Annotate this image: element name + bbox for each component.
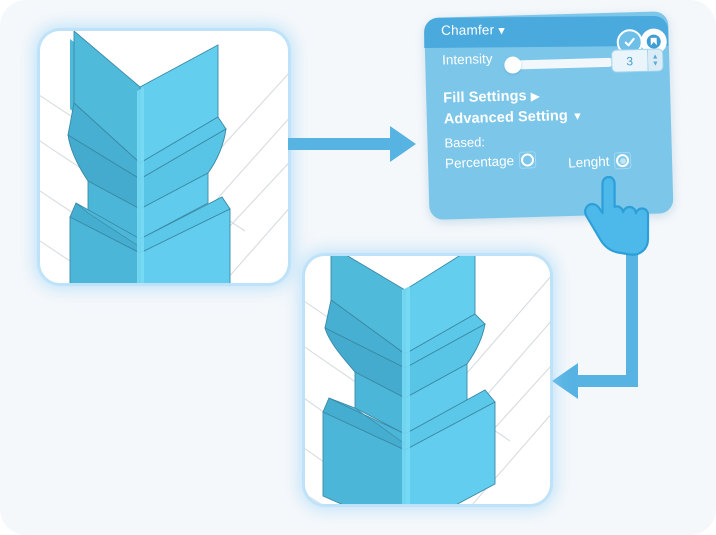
fill-settings-row[interactable]: Fill Settings ▶ [443,88,540,107]
based-label: Based: [444,134,486,151]
3d-model-before-render [40,31,288,283]
intensity-value-field[interactable]: 3 ▲ ▼ [610,48,664,73]
radio-dot-lenght[interactable] [613,151,632,170]
panel-title: Chamfer [441,22,495,38]
radio-label-percentage: Percentage [444,153,515,172]
intensity-slider[interactable] [504,56,614,74]
chevron-down-icon[interactable]: ▼ [572,111,583,123]
radio-focus-ring [613,151,632,170]
radio-label-lenght: Lenght [567,153,610,171]
viewport-after[interactable] [305,256,550,504]
page-root: Chamfer ▼ Intensity 3 ▲ ▼ Fill Settings … [0,0,716,535]
viewport-before[interactable] [40,31,288,283]
radio-dot-percentage[interactable] [518,151,537,169]
hand-icon [584,175,650,256]
radio-option-lenght[interactable]: Lenght [567,151,632,171]
stepper-down-icon[interactable]: ▼ [652,60,659,67]
advanced-setting-label: Advanced Setting [443,108,569,128]
close-icon [646,34,661,49]
fill-settings-label: Fill Settings [443,88,527,107]
intensity-slider-knob[interactable] [504,56,522,74]
check-icon [624,37,635,47]
3d-model-after-render [305,256,550,504]
intensity-label: Intensity [441,51,493,68]
intensity-stepper[interactable]: ▲ ▼ [646,49,663,71]
chevron-right-icon[interactable]: ▶ [531,91,540,103]
intensity-value[interactable]: 3 [612,50,648,72]
radio-option-percentage[interactable]: Percentage [444,151,537,172]
arrow-right-icon [288,126,416,162]
radio-focus-ring [518,151,537,169]
advanced-setting-row[interactable]: Advanced Setting ▼ [443,108,584,128]
chevron-down-icon[interactable]: ▼ [496,25,507,37]
pointing-hand-cursor [583,175,657,261]
